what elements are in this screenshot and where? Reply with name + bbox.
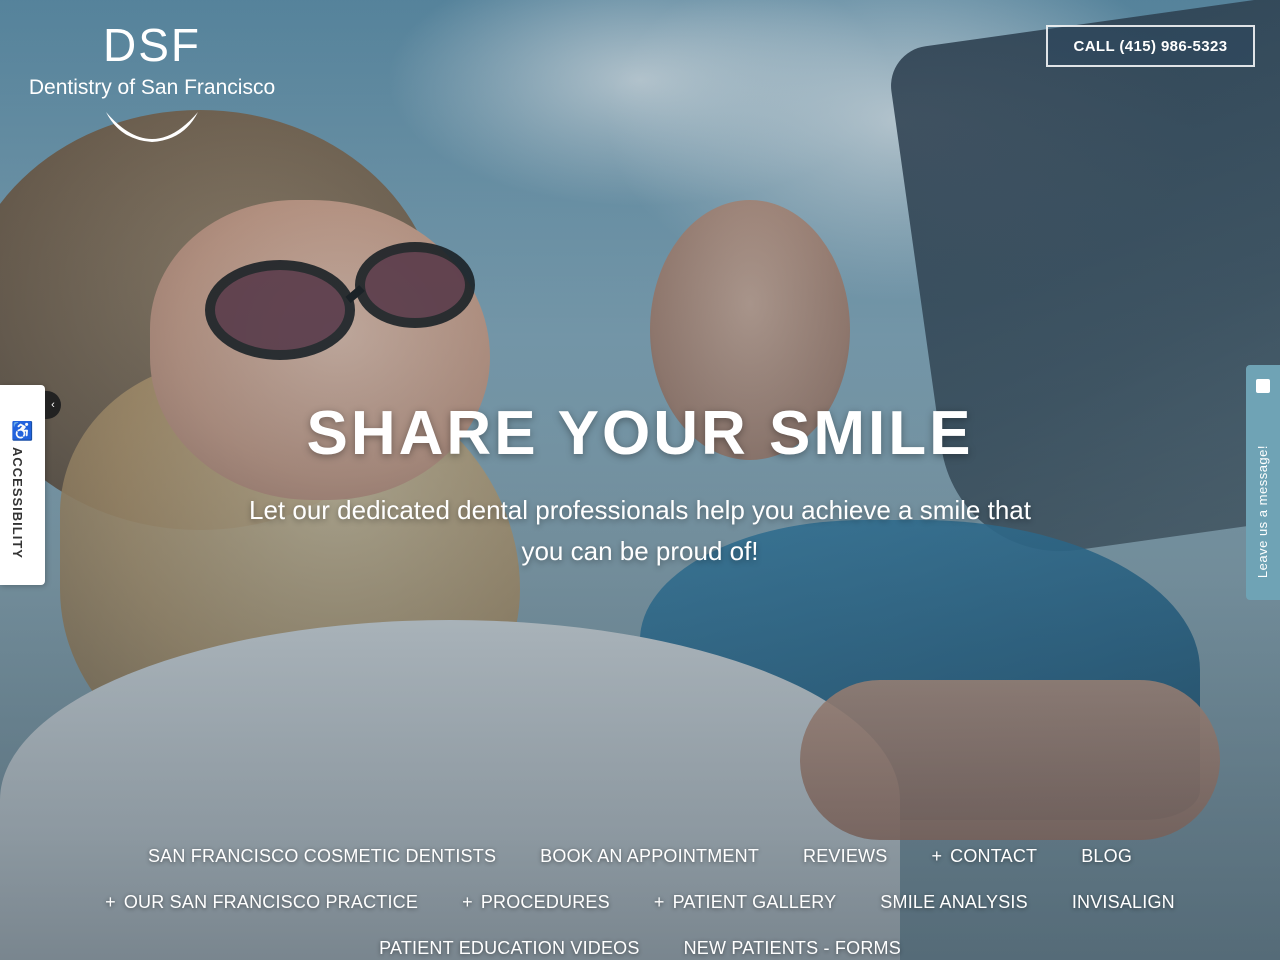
nav-item-procedures[interactable]: + PROCEDURES bbox=[440, 892, 632, 913]
plus-icon: + bbox=[653, 891, 665, 912]
hero-headline: SHARE YOUR SMILE bbox=[306, 399, 974, 468]
accessibility-tab[interactable]: ♿ ACCESSIBILITY bbox=[0, 385, 45, 585]
message-icon bbox=[1256, 379, 1270, 393]
nav-row-3: PATIENT EDUCATION VIDEOS NEW PATIENTS - … bbox=[0, 925, 1280, 960]
nav-item-new-patient-forms[interactable]: NEW PATIENTS - FORMS bbox=[662, 938, 923, 959]
plus-icon: + bbox=[931, 845, 943, 866]
smile-icon bbox=[106, 112, 198, 142]
nav-item-smile-analysis[interactable]: SMILE ANALYSIS bbox=[858, 892, 1050, 913]
nav-item-cosmetic-dentists[interactable]: SAN FRANCISCO COSMETIC DENTISTS bbox=[126, 846, 518, 867]
hero-subline: Let our dedicated dental professionals h… bbox=[249, 495, 1031, 566]
nav-item-book-appointment[interactable]: BOOK AN APPOINTMENT bbox=[518, 846, 781, 867]
main-nav: SAN FRANCISCO COSMETIC DENTISTS BOOK AN … bbox=[0, 833, 1280, 960]
nav-item-blog[interactable]: BLOG bbox=[1059, 846, 1154, 867]
leave-message-tab[interactable]: Leave us a message! bbox=[1246, 365, 1280, 600]
wheelchair-icon: ♿ bbox=[11, 421, 34, 441]
plus-icon: + bbox=[462, 891, 473, 912]
leave-message-label: Leave us a message! bbox=[1255, 445, 1270, 579]
nav-row-2: + OUR SAN FRANCISCO PRACTICE + PROCEDURES … bbox=[0, 879, 1280, 925]
nav-item-practice[interactable]: + OUR SAN FRANCISCO PRACTICE bbox=[83, 892, 440, 913]
nav-item-patient-gallery[interactable]: + PATIENT GALLERY bbox=[632, 892, 858, 913]
accessibility-label: ACCESSIBILITY bbox=[10, 447, 25, 559]
logo-name: Dentistry of San Francisco bbox=[28, 76, 276, 99]
plus-icon: + bbox=[105, 891, 116, 912]
nav-item-education-videos[interactable]: PATIENT EDUCATION VIDEOS bbox=[357, 938, 662, 959]
nav-item-invisalign[interactable]: INVISALIGN bbox=[1050, 892, 1197, 913]
logo-mark: DSF bbox=[103, 19, 201, 71]
nav-item-reviews[interactable]: REVIEWS bbox=[781, 846, 909, 867]
site-logo[interactable]: DSF Dentistry of San Francisco bbox=[22, 22, 282, 160]
nav-item-contact[interactable]: + CONTACT bbox=[909, 846, 1059, 867]
call-button[interactable]: CALL (415) 986-5323 bbox=[1046, 25, 1255, 67]
nav-row-1: SAN FRANCISCO COSMETIC DENTISTS BOOK AN … bbox=[0, 833, 1280, 879]
